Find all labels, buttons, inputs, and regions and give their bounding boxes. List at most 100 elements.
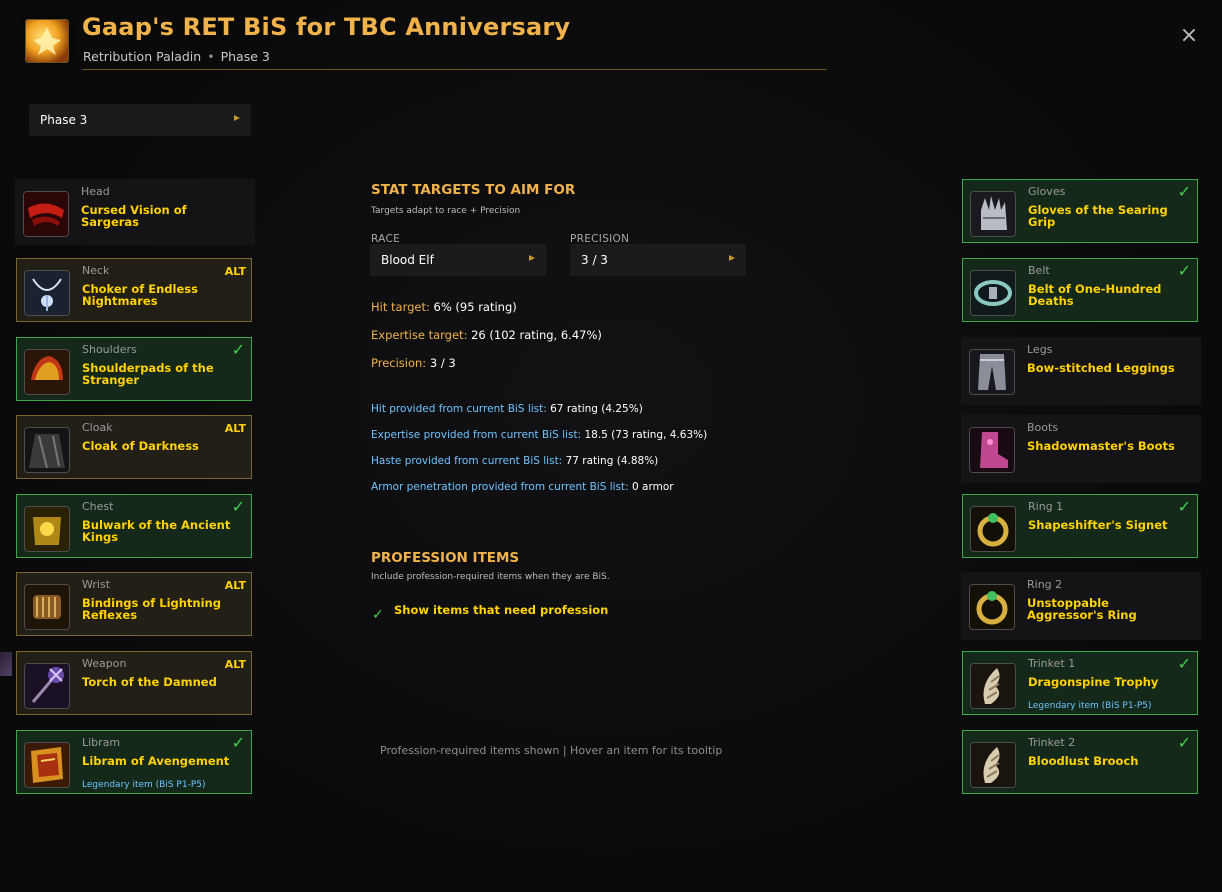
- page-subtitle: Retribution Paladin • Phase 3: [83, 49, 270, 64]
- precision-dropdown[interactable]: 3 / 3: [570, 244, 746, 276]
- expertise-target: Expertise target: 26 (102 rating, 6.47%): [371, 328, 602, 342]
- item-name[interactable]: Belt of One-Hundred Deaths: [1028, 283, 1178, 307]
- gear-slot-head[interactable]: Head Cursed Vision of Sargeras: [15, 179, 255, 245]
- gear-slot-libram[interactable]: Libram Libram of Avengement Legendary item…: [16, 730, 252, 794]
- item-name[interactable]: Bulwark of the Ancient Kings: [82, 519, 232, 543]
- check-icon: ✓: [1177, 733, 1191, 752]
- alt-badge: ALT: [224, 658, 246, 671]
- check-icon: ✓: [1177, 654, 1191, 673]
- item-name[interactable]: Libram of Avengement: [82, 755, 232, 767]
- gear-slot-legs[interactable]: Legs Bow-stitched Leggings: [961, 337, 1201, 405]
- dropdown-arrow-icon: [529, 255, 535, 261]
- alt-badge: ALT: [224, 422, 246, 435]
- cloak-icon: [24, 427, 70, 473]
- page-title: Gaap's RET BiS for TBC Anniversary: [82, 13, 571, 41]
- gear-slot-ring-1[interactable]: Ring 1 Shapeshifter's Signet ✓: [962, 494, 1198, 558]
- footer-hint: Profession-required items shown | Hover …: [380, 744, 723, 757]
- race-dropdown[interactable]: Blood Elf: [370, 244, 546, 276]
- libram-icon: [24, 742, 70, 788]
- slot-type-label: Neck: [82, 264, 110, 277]
- slot-type-label: Trinket 1: [1028, 657, 1076, 670]
- phase-select-value: Phase 3: [40, 113, 88, 127]
- stat-targets-title: STAT TARGETS TO AIM FOR: [371, 182, 576, 198]
- class-spec-label: Retribution Paladin: [83, 49, 202, 64]
- item-name[interactable]: Torch of the Damned: [82, 676, 232, 688]
- hit-target-value: 6% (95 rating): [433, 300, 517, 314]
- item-name[interactable]: Shapeshifter's Signet: [1028, 519, 1178, 531]
- dropdown-arrow-icon: [729, 255, 735, 261]
- hit-target-key: Hit target:: [371, 300, 430, 314]
- gear-slot-trinket-1[interactable]: Trinket 1 Dragonspine Trophy Legendary ite…: [962, 651, 1198, 715]
- slot-type-label: Gloves: [1028, 185, 1066, 198]
- hit-provided: Hit provided from current BiS list: 67 r…: [371, 403, 643, 415]
- item-name[interactable]: Cursed Vision of Sargeras: [81, 204, 231, 228]
- slot-type-label: Legs: [1027, 343, 1053, 356]
- expertise-provided-value: 18.5 (73 rating, 4.63%): [584, 429, 708, 441]
- close-icon[interactable]: ×: [1178, 25, 1200, 47]
- phase-select[interactable]: Phase 3: [29, 104, 251, 136]
- gear-slot-neck[interactable]: Neck Choker of Endless Nightmares ALT: [16, 258, 252, 322]
- hit-target: Hit target: 6% (95 rating): [371, 300, 517, 314]
- gear-slot-wrist[interactable]: Wrist Bindings of Lightning Reflexes ALT: [16, 572, 252, 636]
- slot-type-label: Head: [81, 185, 110, 198]
- hit-provided-key: Hit provided from current BiS list:: [371, 403, 547, 415]
- alt-badge: ALT: [224, 265, 246, 278]
- check-icon: ✓: [1177, 497, 1191, 516]
- head-icon: [23, 191, 69, 237]
- item-name[interactable]: Bindings of Lightning Reflexes: [82, 597, 232, 621]
- gloves-icon: [970, 191, 1016, 237]
- slot-type-label: Chest: [82, 500, 114, 513]
- check-icon: ✓: [231, 733, 245, 752]
- wrist-icon: [24, 584, 70, 630]
- check-icon: ✓: [231, 497, 245, 516]
- arp-provided-value: 0 armor: [632, 481, 674, 493]
- item-name[interactable]: Unstoppable Aggressor's Ring: [1027, 597, 1177, 621]
- gear-slot-boots[interactable]: Boots Shadowmaster's Boots: [961, 415, 1201, 483]
- weapon-icon: [24, 663, 70, 709]
- class-emblem-icon: [25, 19, 69, 63]
- item-name[interactable]: Bloodlust Brooch: [1028, 755, 1178, 767]
- dropdown-arrow-icon: [234, 115, 240, 121]
- race-value: Blood Elf: [381, 253, 434, 267]
- slot-type-label: Wrist: [82, 578, 111, 591]
- expertise-provided-key: Expertise provided from current BiS list…: [371, 429, 582, 441]
- profession-checkbox-label[interactable]: Show items that need profession: [394, 603, 608, 617]
- slot-type-label: Ring 1: [1028, 500, 1064, 513]
- item-name[interactable]: Gloves of the Searing Grip: [1028, 204, 1178, 228]
- gear-slot-weapon[interactable]: Weapon Torch of the Damned ALT: [16, 651, 252, 715]
- title-divider: [82, 69, 827, 70]
- gear-slot-trinket-2[interactable]: Trinket 2 Bloodlust Brooch ✓: [962, 730, 1198, 794]
- haste-provided: Haste provided from current BiS list: 77…: [371, 455, 658, 467]
- item-name[interactable]: Choker of Endless Nightmares: [82, 283, 232, 307]
- slot-type-label: Libram: [82, 736, 121, 749]
- profession-checkbox[interactable]: ✓: [372, 607, 384, 623]
- item-name[interactable]: Shadowmaster's Boots: [1027, 440, 1177, 452]
- gear-slot-belt[interactable]: Belt Belt of One-Hundred Deaths ✓: [962, 258, 1198, 322]
- hit-provided-value: 67 rating (4.25%): [550, 403, 643, 415]
- item-name[interactable]: Cloak of Darkness: [82, 440, 232, 452]
- slot-type-label: Shoulders: [82, 343, 137, 356]
- check-icon: ✓: [1177, 261, 1191, 280]
- slot-type-label: Cloak: [82, 421, 113, 434]
- separator: •: [207, 49, 215, 64]
- gear-slot-cloak[interactable]: Cloak Cloak of Darkness ALT: [16, 415, 252, 479]
- gear-slot-chest[interactable]: Chest Bulwark of the Ancient Kings ✓: [16, 494, 252, 558]
- item-name[interactable]: Shoulderpads of the Stranger: [82, 362, 232, 386]
- chest-icon: [24, 506, 70, 552]
- item-name[interactable]: Bow-stitched Leggings: [1027, 362, 1177, 374]
- stat-targets-subtitle: Targets adapt to race + Precision: [371, 206, 521, 216]
- boots-icon: [969, 427, 1015, 473]
- gear-slot-ring-2[interactable]: Ring 2 Unstoppable Aggressor's Ring: [961, 572, 1201, 640]
- item-name[interactable]: Dragonspine Trophy: [1028, 676, 1178, 688]
- arp-provided: Armor penetration provided from current …: [371, 481, 674, 493]
- expertise-target-value: 26 (102 rating, 6.47%): [471, 328, 602, 342]
- precision-line-value: 3 / 3: [429, 356, 456, 370]
- precision-line: Precision: 3 / 3: [371, 356, 456, 370]
- gear-slot-gloves[interactable]: Gloves Gloves of the Searing Grip ✓: [962, 179, 1198, 243]
- edge-decoration: [0, 652, 12, 676]
- expertise-provided: Expertise provided from current BiS list…: [371, 429, 707, 441]
- bis-window: Gaap's RET BiS for TBC Anniversary Retri…: [0, 0, 1222, 892]
- gear-slot-shoulders[interactable]: Shoulders Shoulderpads of the Stranger ✓: [16, 337, 252, 401]
- phase-label: Phase 3: [220, 49, 270, 64]
- legs-icon: [969, 349, 1015, 395]
